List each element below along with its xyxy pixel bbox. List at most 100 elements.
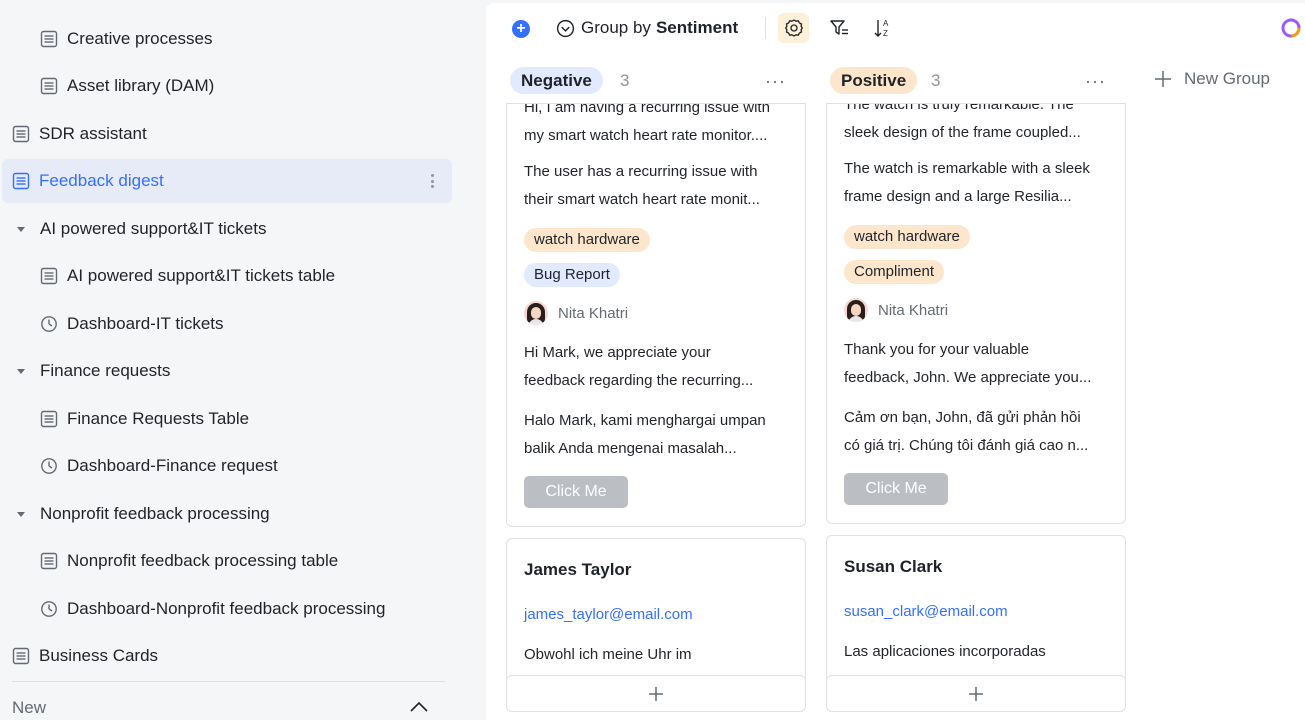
sidebar-item-ai-support-table[interactable]: AI powered support&IT tickets table: [40, 254, 335, 298]
record-card[interactable]: Hi, I am having a recurring issue with m…: [506, 103, 806, 527]
plus-icon: [1155, 71, 1171, 87]
new-group-button[interactable]: New Group: [1154, 69, 1270, 89]
add-card-button[interactable]: [826, 675, 1126, 712]
card-reply-line: Thank you for your valuable: [844, 341, 1030, 358]
sidebar-folder-nonprofit[interactable]: Nonprofit feedback processing: [12, 492, 270, 536]
filter-button[interactable]: [828, 17, 850, 39]
card-feedback-line: sleek design of the frame coupled...: [844, 124, 1081, 141]
card-feedback-line: Hi, I am having a recurring issue with: [524, 103, 770, 116]
settings-button[interactable]: [778, 13, 809, 43]
card-reply-line: Hi Mark, we appreciate your: [524, 344, 711, 361]
table-icon: [40, 267, 58, 285]
sidebar-item-finance-table[interactable]: Finance Requests Table: [40, 397, 249, 441]
chevron-circle-icon: [556, 19, 575, 37]
card-email[interactable]: susan_clark@email.com: [844, 603, 1008, 620]
sidebar-item-label: AI powered support&IT tickets table: [67, 266, 336, 285]
assignee: Nita Khatri: [524, 300, 628, 326]
card-text-block: The watch is truly remarkable. The sleek…: [844, 104, 1109, 147]
group-pill-negative[interactable]: Negative: [510, 67, 603, 94]
sidebar-item-feedback-digest[interactable]: Feedback digest: [2, 159, 452, 203]
record-card[interactable]: Susan Clark susan_clark@email.com Las ap…: [826, 535, 1126, 678]
sidebar-item-creative-processes[interactable]: Creative processes: [40, 17, 213, 61]
sidebar-item-nonprofit-table[interactable]: Nonprofit feedback processing table: [40, 539, 338, 583]
group-by-prefix: Group by: [581, 18, 651, 37]
dashboard-icon: [40, 457, 58, 475]
card-reply-block: Hi Mark, we appreciate your feedback reg…: [524, 339, 789, 395]
click-me-button[interactable]: Click Me: [844, 473, 948, 505]
sidebar-folder-finance[interactable]: Finance requests: [12, 349, 170, 393]
sidebar-item-business-cards[interactable]: Business Cards: [12, 634, 158, 678]
dashboard-icon: [40, 315, 58, 333]
card-translation-block: Halo Mark, kami menghargai umpan balik A…: [524, 407, 789, 463]
card-summary-block: The user has a recurring issue with thei…: [524, 158, 789, 214]
plus-icon: [969, 686, 983, 701]
avatar: [524, 301, 548, 325]
chevron-up-icon[interactable]: [408, 698, 430, 716]
card-name: Susan Clark: [844, 557, 943, 576]
sort-icon: AZ: [874, 19, 889, 38]
card-summary-line: The watch is remarkable with a sleek: [844, 160, 1090, 177]
click-me-button[interactable]: Click Me: [524, 476, 628, 508]
sidebar-item-label: Dashboard-Nonprofit feedback processing: [67, 599, 386, 618]
sidebar-item-label: Finance requests: [40, 361, 171, 380]
card-translation-line: balik Anda mengenai masalah...: [524, 440, 737, 457]
sidebar-item-sdr-assistant[interactable]: SDR assistant: [12, 112, 147, 156]
sidebar-folder-ai-support[interactable]: AI powered support&IT tickets: [12, 207, 266, 251]
sidebar-item-dashboard-it[interactable]: Dashboard-IT tickets: [40, 302, 224, 346]
column-header: Positive 3 ···: [826, 65, 1126, 97]
tag-bug-report: Bug Report: [524, 263, 620, 287]
sidebar-new-section[interactable]: New: [12, 698, 46, 718]
tag-watch-hardware: watch hardware: [524, 228, 650, 252]
sidebar-item-label: Business Cards: [39, 646, 159, 665]
group-by-button[interactable]: Group by Sentiment: [556, 15, 738, 41]
column-header: Negative 3 ···: [506, 65, 806, 97]
caret-down-icon[interactable]: [12, 505, 30, 523]
record-card[interactable]: The watch is truly remarkable. The sleek…: [826, 103, 1126, 524]
table-icon: [12, 125, 30, 143]
sidebar-item-dashboard-nonprofit[interactable]: Dashboard-Nonprofit feedback processing: [40, 587, 385, 631]
avatar: [844, 298, 868, 322]
card-reply-line: feedback, John. We appreciate you...: [844, 369, 1092, 386]
more-vertical-icon[interactable]: [426, 170, 438, 192]
app: Creative processes Asset library (DAM) S…: [0, 0, 1305, 720]
sidebar-item-asset-library[interactable]: Asset library (DAM): [40, 64, 214, 108]
card-feedback-line: Obwohl ich meine Uhr im: [524, 646, 692, 663]
sidebar-item-label: Dashboard-IT tickets: [67, 314, 224, 333]
more-horizontal-icon[interactable]: ···: [765, 71, 786, 92]
toolbar-divider: [765, 17, 766, 39]
sidebar-item-label: Asset library (DAM): [67, 76, 215, 95]
sidebar-item-label: Finance Requests Table: [67, 409, 250, 428]
dashboard-icon: [40, 600, 58, 618]
sidebar: Creative processes Asset library (DAM) S…: [0, 0, 466, 720]
card-translation-line: Cảm ơn bạn, John, đã gửi phản hồi: [844, 409, 1081, 426]
card-name: James Taylor: [524, 560, 632, 579]
sidebar-item-label: Creative processes: [67, 29, 213, 48]
card-feedback-line: Las aplicaciones incorporadas: [844, 643, 1046, 660]
tag-watch-hardware: watch hardware: [844, 225, 970, 249]
group-pill-positive[interactable]: Positive: [830, 67, 918, 94]
card-text-block: Hi, I am having a recurring issue with m…: [524, 103, 789, 150]
record-card[interactable]: James Taylor james_taylor@email.com Obwo…: [506, 538, 806, 678]
sidebar-item-label: AI powered support&IT tickets: [40, 219, 267, 238]
kanban-view: + Group by Sentiment AZ Negative 3 ··· H…: [486, 3, 1305, 720]
caret-down-icon[interactable]: [12, 220, 30, 238]
add-card-button[interactable]: [506, 675, 806, 712]
sidebar-item-label: SDR assistant: [39, 124, 147, 143]
card-summary-line: The user has a recurring issue with: [524, 163, 758, 180]
add-record-button[interactable]: +: [512, 20, 530, 38]
caret-down-icon[interactable]: [12, 362, 30, 380]
sort-button[interactable]: AZ: [872, 17, 894, 39]
sidebar-item-label: Dashboard-Finance request: [67, 456, 278, 475]
ai-assistant-icon[interactable]: [1280, 17, 1302, 39]
card-email[interactable]: james_taylor@email.com: [524, 606, 693, 623]
card-feedback-line: my smart watch heart rate monitor....: [524, 127, 768, 144]
sidebar-divider: [12, 681, 445, 682]
table-icon: [40, 30, 58, 48]
card-reply-block: Thank you for your valuable feedback, Jo…: [844, 336, 1109, 392]
tag-compliment: Compliment: [844, 260, 945, 284]
table-icon: [12, 647, 30, 665]
toolbar: + Group by Sentiment AZ: [486, 3, 1305, 53]
sidebar-item-dashboard-finance[interactable]: Dashboard-Finance request: [40, 444, 278, 488]
assignee-name: Nita Khatri: [878, 301, 949, 319]
more-horizontal-icon[interactable]: ···: [1085, 71, 1106, 92]
